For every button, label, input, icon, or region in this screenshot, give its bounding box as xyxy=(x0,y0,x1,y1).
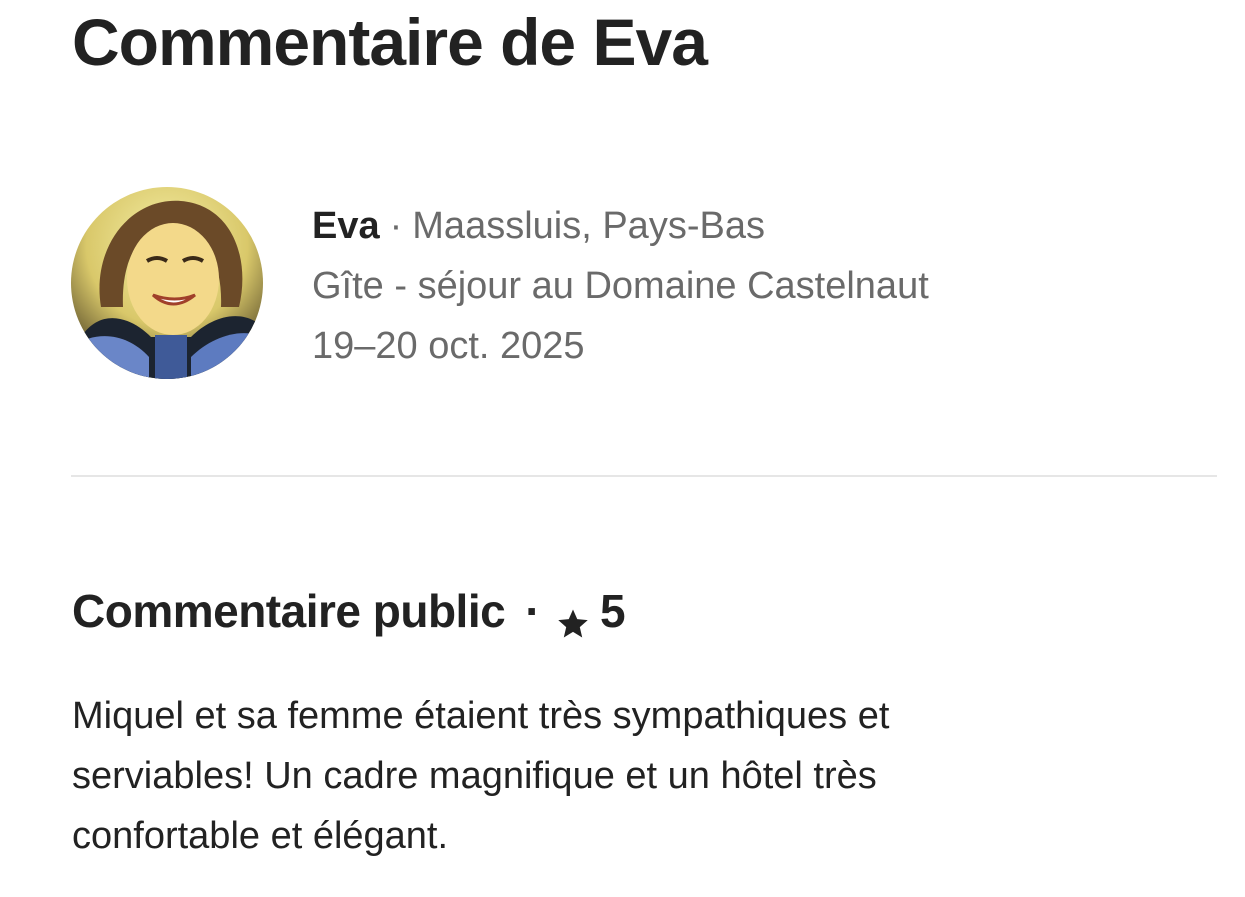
stay-listing: Gîte - séjour au Domaine Castelnaut xyxy=(312,265,929,307)
avatar-photo-icon xyxy=(71,187,263,379)
stay-dates: 19–20 oct. 2025 xyxy=(312,325,585,367)
separator-dot: · xyxy=(525,585,541,637)
star-icon xyxy=(556,594,590,638)
reviewer-avatar[interactable] xyxy=(71,187,263,379)
review-text: Miquel et sa femme étaient très sympathi… xyxy=(72,695,890,857)
reviewer-name-line: Eva · Maassluis, Pays-Bas xyxy=(312,196,929,256)
separator-dot: · xyxy=(389,205,403,247)
public-review-heading: Commentaire public · 5 xyxy=(72,580,626,642)
page-title: Commentaire de Eva xyxy=(72,5,708,79)
rating-value: 5 xyxy=(600,585,626,637)
public-review-label: Commentaire public xyxy=(72,585,506,637)
reviewer-info: Eva · Maassluis, Pays-Bas Gîte - séjour au… xyxy=(312,196,929,376)
reviewer-name[interactable]: Eva xyxy=(312,205,380,247)
reviewer-location: Maassluis, Pays-Bas xyxy=(412,205,765,247)
review-page: Commentaire de Eva Eva · Maassluis, Pays… xyxy=(0,0,1245,897)
section-divider xyxy=(71,475,1217,477)
